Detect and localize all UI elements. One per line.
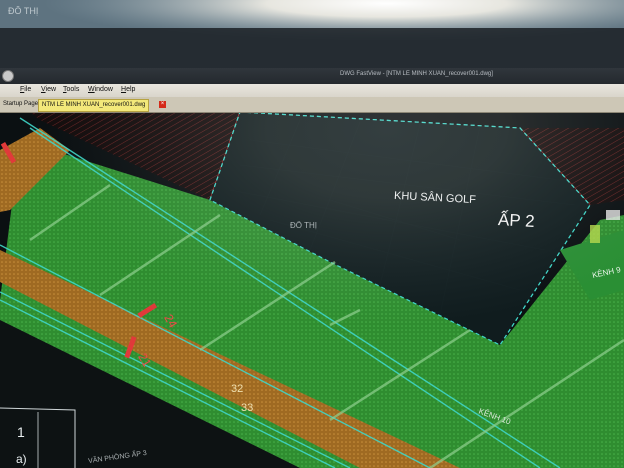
menu-window[interactable]: Window <box>88 86 113 93</box>
app-icon[interactable] <box>2 70 14 82</box>
tab-drawing-file[interactable]: NTM LE MINH XUAN_recover001.dwg <box>38 99 150 112</box>
label-parcel-32: 32 <box>231 383 244 395</box>
window-titlebar <box>0 68 624 84</box>
label-ap-2: ẤP 2 <box>497 210 536 231</box>
label-do-thi: ĐÔ THỊ <box>290 221 317 230</box>
window-title: DWG FastView - [NTM LE MINH XUAN_recover… <box>340 71 493 77</box>
menu-tools[interactable]: Tools <box>63 86 79 93</box>
label-parcel-33: 33 <box>241 402 254 414</box>
menu-file[interactable]: File <box>20 86 31 93</box>
watermark-text: ĐÔ THỊ <box>8 6 39 16</box>
label-a: a) <box>16 452 27 466</box>
menu-view[interactable]: View <box>41 86 56 93</box>
close-tab-icon[interactable]: × <box>159 101 166 108</box>
menu-help[interactable]: Help <box>121 86 135 93</box>
label-sheet-1: 1 <box>17 424 25 440</box>
monitor-bezel <box>0 28 624 70</box>
tab-startup-page[interactable]: Startup Page <box>0 99 41 110</box>
